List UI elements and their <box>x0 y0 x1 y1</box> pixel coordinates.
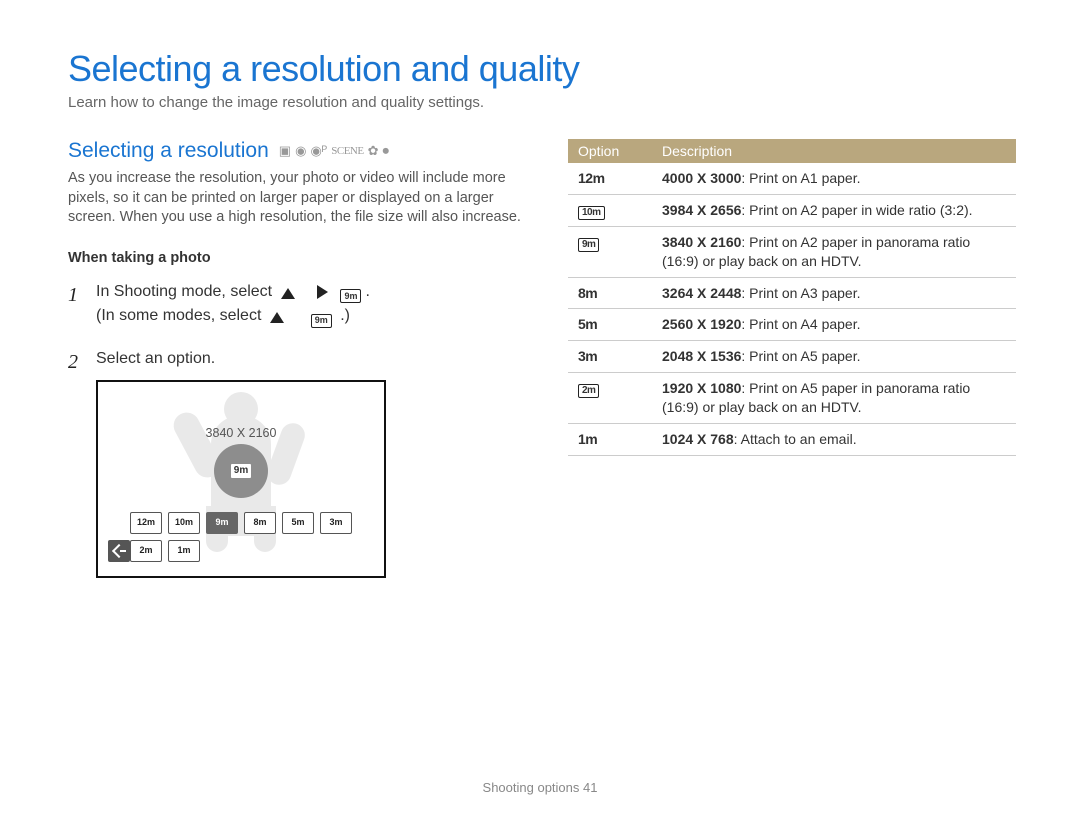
page-subtitle: Learn how to change the image resolution… <box>68 94 1016 111</box>
table-row: 9m 3840 X 2160: Print on A2 paper in pan… <box>568 226 1016 277</box>
res-desc: : Print on A5 paper. <box>741 348 860 364</box>
res-desc: : Print on A4 paper. <box>741 316 860 332</box>
table-row: 5m 2560 X 1920: Print on A4 paper. <box>568 309 1016 341</box>
table-row: 8m 3264 X 2448: Print on A3 paper. <box>568 277 1016 309</box>
selected-option-indicator: 9m <box>214 444 268 498</box>
right-arrow-icon <box>307 285 328 299</box>
dual-is-icon: ✿ <box>368 143 379 159</box>
table-row: 10m 3984 X 2656: Print on A2 paper in wi… <box>568 194 1016 226</box>
option-8m[interactable]: 8m <box>244 512 276 534</box>
option-row-1: 12m 10m 9m 8m 5m 3m <box>130 512 352 534</box>
res-size: 2560 X 1920 <box>662 316 741 332</box>
table-row: 2m 1920 X 1080: Print on A5 paper in pan… <box>568 373 1016 424</box>
table-row: 3m 2048 X 1536: Print on A5 paper. <box>568 341 1016 373</box>
option-10m[interactable]: 10m <box>168 512 200 534</box>
res-12m-icon: 12m <box>578 169 605 188</box>
res-desc: : Print on A3 paper. <box>741 285 860 301</box>
mode-icons: ▣ ◉ ◉ᴾ SCENE ✿ ⏺ <box>279 143 389 159</box>
res-size: 3984 X 2656 <box>662 202 741 218</box>
option-row-2: 2m 1m <box>130 540 200 562</box>
table-row: 1m 1024 X 768: Attach to an email. <box>568 424 1016 456</box>
res-size: 3840 X 2160 <box>662 234 741 250</box>
res-1m-icon: 1m <box>578 430 597 449</box>
res-desc: : Attach to an email. <box>734 431 857 447</box>
res-9m-icon: 9m <box>578 238 599 252</box>
up-icon <box>270 312 284 323</box>
program-icon: ◉ᴾ <box>310 143 327 159</box>
res-5m-icon: 5m <box>578 315 597 334</box>
res-desc: : Print on A2 paper in wide ratio (3:2). <box>741 202 972 218</box>
up-icon <box>281 288 295 299</box>
left-column: Selecting a resolution ▣ ◉ ◉ᴾ SCENE ✿ ⏺ … <box>68 139 528 596</box>
back-button[interactable] <box>108 540 130 562</box>
step-number-2: 2 <box>68 347 78 378</box>
res-size: 1024 X 768 <box>662 431 734 447</box>
step-number-1: 1 <box>68 280 78 311</box>
option-12m[interactable]: 12m <box>130 512 162 534</box>
table-row: 12m 4000 X 3000: Print on A1 paper. <box>568 163 1016 194</box>
page-footer: Shooting options 41 <box>0 780 1080 795</box>
section-heading: Selecting a resolution <box>68 139 269 163</box>
step-1-text-b: (In some modes, select <box>96 307 261 324</box>
step-2: 2 Select an option. 3840 X 2160 9m <box>68 347 528 578</box>
step-1-text-end: .) <box>340 307 350 324</box>
option-9m[interactable]: 9m <box>206 512 238 534</box>
res-3m-icon: 3m <box>578 347 597 366</box>
step-1: 1 In Shooting mode, select 9m. (In some … <box>68 280 528 330</box>
res-8m-icon: 8m <box>578 284 597 303</box>
movie-icon: ⏺ <box>382 143 389 159</box>
res-size: 1920 X 1080 <box>662 380 741 396</box>
resolution-9m-icon: 9m <box>340 289 361 303</box>
res-desc: : Print on A1 paper. <box>741 170 860 186</box>
step-1-text-a: In Shooting mode, select <box>96 283 272 300</box>
section-subheading: When taking a photo <box>68 250 528 266</box>
res-size: 2048 X 1536 <box>662 348 741 364</box>
page-title: Selecting a resolution and quality <box>68 48 1016 90</box>
camera-screen: 3840 X 2160 9m 12m 10m 9m 8m 5m 3m <box>96 380 386 578</box>
auto-icon: ◉ <box>295 143 306 159</box>
option-5m[interactable]: 5m <box>282 512 314 534</box>
option-2m[interactable]: 2m <box>130 540 162 562</box>
scene-icon: SCENE <box>331 145 363 157</box>
res-2m-icon: 2m <box>578 384 599 398</box>
resolution-9m-icon: 9m <box>311 314 332 328</box>
res-10m-icon: 10m <box>578 206 605 220</box>
section-body: As you increase the resolution, your pho… <box>68 169 528 228</box>
table-header-option: Option <box>568 139 652 163</box>
option-3m[interactable]: 3m <box>320 512 352 534</box>
smart-auto-icon: ▣ <box>279 143 291 159</box>
option-1m[interactable]: 1m <box>168 540 200 562</box>
right-column: Option Description 12m 4000 X 3000: Prin… <box>568 139 1016 596</box>
res-size: 3264 X 2448 <box>662 285 741 301</box>
selected-resolution-label: 3840 X 2160 <box>206 424 277 443</box>
selected-option-label: 9m <box>231 464 251 478</box>
table-header-description: Description <box>652 139 1016 163</box>
resolution-table: Option Description 12m 4000 X 3000: Prin… <box>568 139 1016 456</box>
step-2-text: Select an option. <box>96 350 215 367</box>
res-size: 4000 X 3000 <box>662 170 741 186</box>
